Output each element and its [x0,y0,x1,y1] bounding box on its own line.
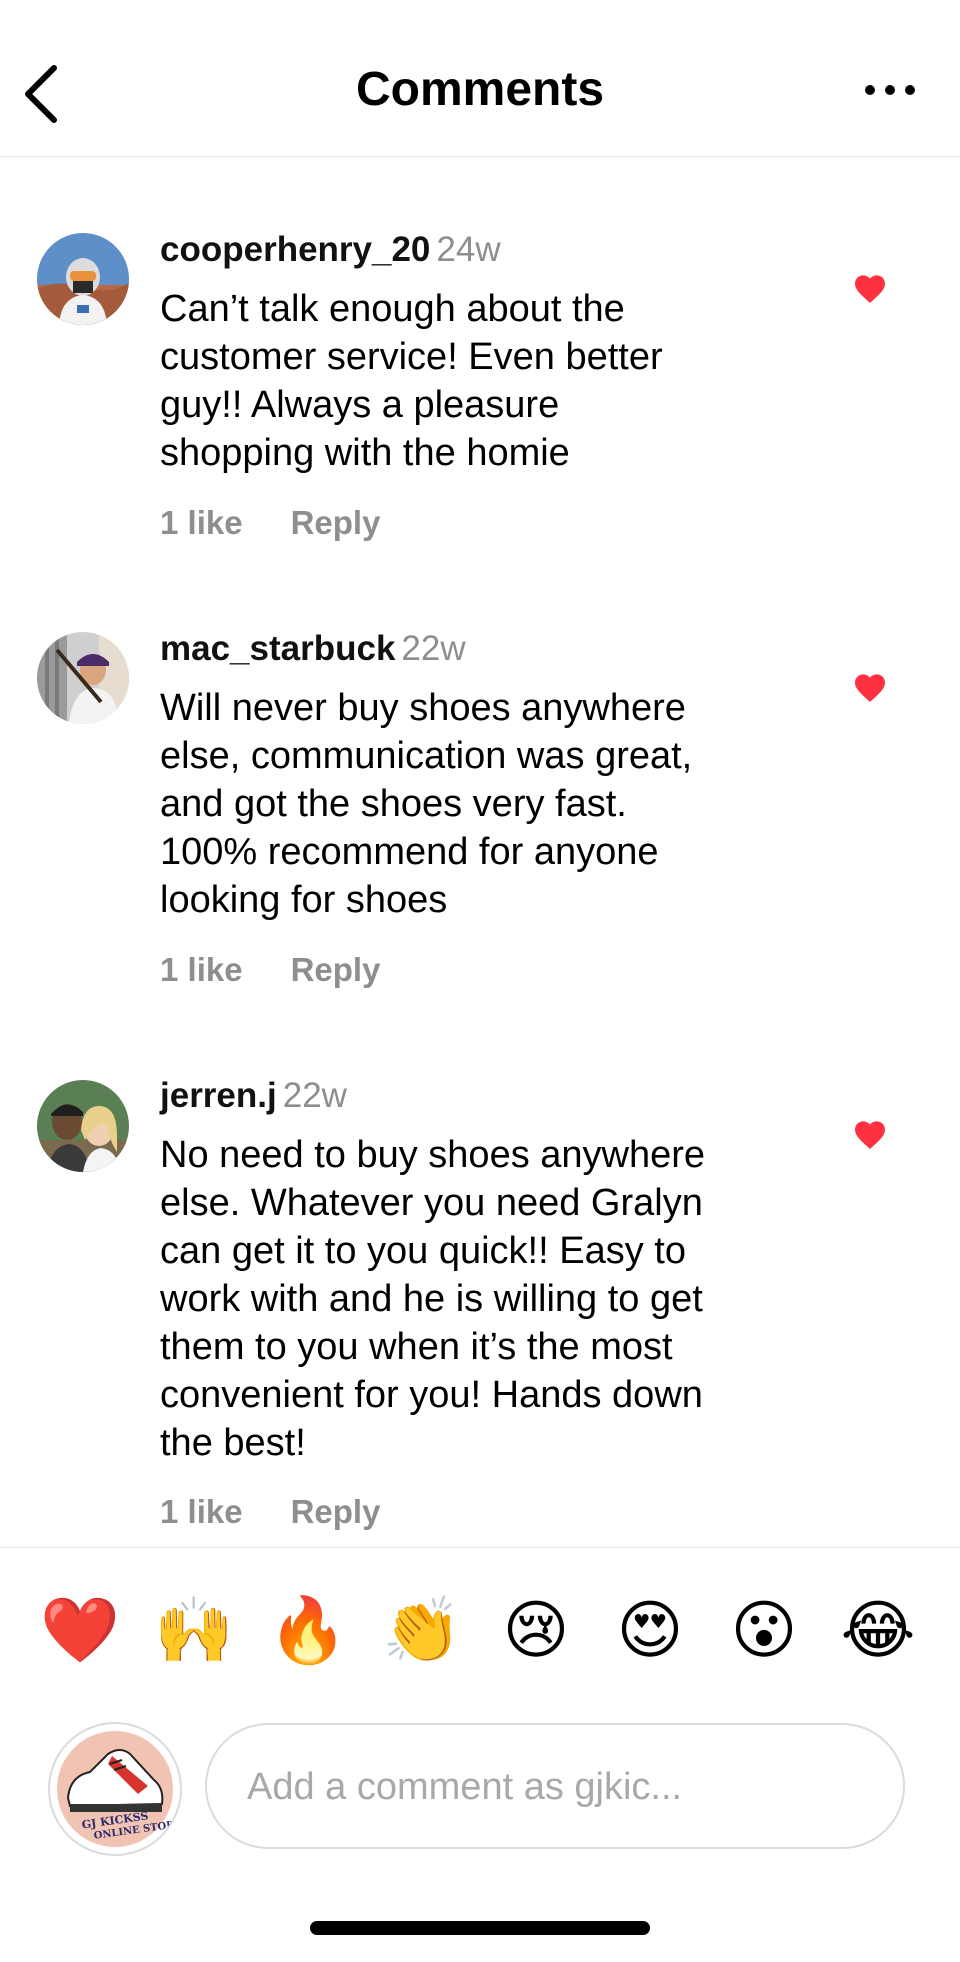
reply-button[interactable]: Reply [291,1492,381,1532]
divider [0,1547,960,1548]
comment-text-line: and got the shoes very fast. [160,783,627,825]
comment-text-line: guy!! Always a pleasure [160,384,560,426]
like-button[interactable] [852,670,888,704]
comment-text-line: them to you when it’s the most [160,1326,673,1368]
comment-text-line: else, communication was great, [160,735,693,777]
timestamp: 22w [282,1076,347,1115]
like-count[interactable]: 1 like [160,1492,243,1532]
comment-input[interactable] [245,1725,869,1849]
comment-text-line: Will never buy shoes anywhere [160,687,686,729]
comment-input-container[interactable] [205,1723,905,1849]
like-count[interactable]: 1 like [160,503,243,543]
heart-filled-icon [855,674,885,702]
comment-header: mac_starbuck 22w [160,628,466,670]
comment-actions: 1 like Reply [160,1492,380,1532]
comment-actions: 1 like Reply [160,950,380,990]
heart-eyes-emoji-icon[interactable]: 😍 [610,1590,690,1670]
comment-text-line: 100% recommend for anyone [160,831,659,873]
username[interactable]: cooperhenry_20 [160,230,430,269]
clapping-hands-emoji-icon[interactable]: 👏 [382,1590,462,1670]
comment-text-line: customer service! Even better [160,336,663,378]
like-button[interactable] [852,271,888,305]
like-count[interactable]: 1 like [160,950,243,990]
like-button[interactable] [852,1117,888,1151]
timestamp: 24w [436,230,501,269]
comment-text-line: the best! [160,1422,306,1464]
comment-text: Will never buy shoes anywhere else, comm… [160,684,810,924]
comment-text-line: can get it to you quick!! Easy to [160,1230,686,1272]
more-horizontal-icon [865,85,915,95]
reply-button[interactable]: Reply [291,950,381,990]
more-options-button[interactable] [860,72,920,108]
timestamp: 22w [401,629,466,668]
comment-header: cooperhenry_20 24w [160,229,501,271]
username[interactable]: jerren.j [160,1076,277,1115]
comment-text-line: shopping with the homie [160,432,570,474]
avatar[interactable] [37,632,129,724]
heart-emoji-icon[interactable]: ❤️ [40,1590,120,1670]
home-indicator[interactable] [310,1921,650,1935]
current-user-avatar: GJ KICKSS ONLINE STORE [48,1722,182,1856]
username[interactable]: mac_starbuck [160,629,395,668]
heart-filled-icon [855,275,885,303]
comment-text: Can’t talk enough about the customer ser… [160,285,810,477]
reply-button[interactable]: Reply [291,503,381,543]
avatar[interactable] [37,1080,129,1172]
comment-text: No need to buy shoes anywhere else. What… [160,1131,810,1467]
fire-emoji-icon[interactable]: 🔥 [268,1590,348,1670]
header: Comments [0,0,960,157]
quick-reactions-bar: ❤️ 🙌 🔥 👏 😢 😍 😮 😂 [0,1590,960,1670]
comment-actions: 1 like Reply [160,503,380,543]
comment-text-line: Can’t talk enough about the [160,288,625,330]
comment-text-line: work with and he is willing to get [160,1278,703,1320]
avatar[interactable] [37,233,129,325]
surprised-face-emoji-icon[interactable]: 😮 [724,1590,804,1670]
comment-text-line: else. Whatever you need Gralyn [160,1182,703,1224]
raising-hands-emoji-icon[interactable]: 🙌 [154,1590,234,1670]
tears-of-joy-emoji-icon[interactable]: 😂 [838,1590,918,1670]
comment-header: jerren.j 22w [160,1075,347,1117]
comment-text-line: convenient for you! Hands down [160,1374,703,1416]
comment-text-line: No need to buy shoes anywhere [160,1134,706,1176]
heart-filled-icon [855,1121,885,1149]
crying-face-emoji-icon[interactable]: 😢 [496,1590,576,1670]
page-title: Comments [355,63,605,116]
comment-text-line: looking for shoes [160,879,448,921]
